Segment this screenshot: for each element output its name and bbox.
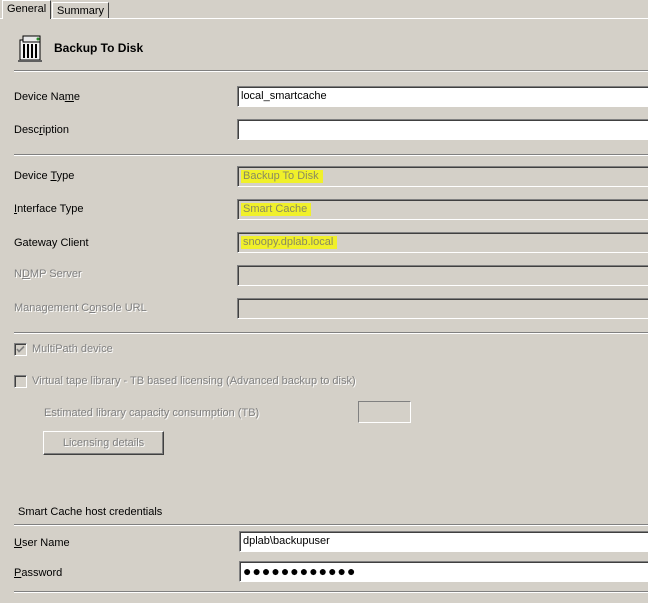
page-title: Backup To Disk	[54, 41, 144, 55]
divider	[14, 524, 648, 526]
tab-summary-label: Summary	[57, 5, 105, 17]
licensing-details-button[interactable]: Licensing details	[43, 431, 164, 455]
divider	[14, 154, 648, 156]
interface-type-field: Smart Cache	[237, 199, 648, 220]
multipath-label: MultiPath device	[32, 343, 113, 355]
user-name-label: User Name	[14, 537, 70, 549]
divider	[14, 332, 648, 334]
tab-general-label: General	[7, 3, 47, 15]
device-type-field: Backup To Disk	[237, 166, 648, 187]
gateway-client-field: snoopy.dplab.local	[237, 232, 648, 253]
divider	[14, 591, 648, 593]
credentials-section-title: Smart Cache host credentials	[18, 506, 163, 518]
device-name-value: local_smartcache	[241, 90, 327, 102]
checkmark-icon	[16, 345, 25, 353]
password-input[interactable]: ●●●●●●●●●●●●	[239, 561, 648, 582]
vtl-label: Virtual tape library - TB based licensin…	[32, 375, 356, 387]
tab-summary[interactable]: Summary	[52, 2, 110, 19]
user-name-value: dplab\backupuser	[243, 535, 330, 547]
tab-general[interactable]: General	[2, 0, 52, 19]
interface-type-label: Interface Type	[14, 203, 84, 215]
management-console-url-label: Management Console URL	[14, 302, 147, 314]
gateway-client-value: snoopy.dplab.local	[241, 236, 338, 249]
device-type-label: Device Type	[14, 170, 75, 182]
tab-panel-border	[0, 18, 648, 19]
divider	[14, 70, 648, 72]
multipath-checkbox[interactable]	[14, 343, 27, 356]
ndmp-server-label: NDMP Server	[14, 268, 82, 280]
disk-device-icon	[14, 32, 46, 64]
user-name-input[interactable]: dplab\backupuser	[239, 531, 648, 552]
password-label: Password	[14, 567, 63, 579]
capacity-input[interactable]	[358, 401, 411, 423]
capacity-label: Estimated library capacity consumption (…	[44, 407, 260, 419]
device-type-value: Backup To Disk	[241, 170, 323, 183]
vtl-checkbox[interactable]	[14, 375, 27, 388]
description-input[interactable]	[237, 119, 648, 140]
device-name-input[interactable]: local_smartcache	[237, 86, 648, 107]
password-value: ●●●●●●●●●●●●	[243, 563, 357, 579]
ndmp-server-field	[237, 265, 648, 286]
management-console-url-field	[237, 298, 648, 319]
device-name-label: Device Name	[14, 91, 81, 103]
gateway-client-label: Gateway Client	[14, 237, 89, 249]
interface-type-value: Smart Cache	[241, 203, 312, 216]
description-label: Description	[14, 124, 70, 136]
